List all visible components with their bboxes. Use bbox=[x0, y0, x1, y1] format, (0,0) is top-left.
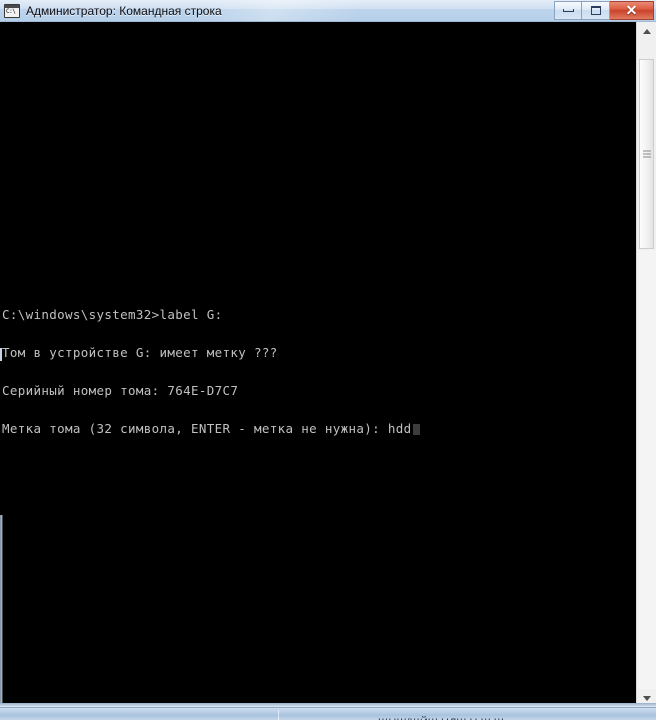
scrollbar-up-button[interactable] bbox=[637, 22, 656, 40]
window-controls[interactable]: ✕ bbox=[554, 0, 654, 21]
console-cursor bbox=[412, 423, 420, 435]
minimize-button[interactable] bbox=[554, 0, 582, 20]
scrollbar-grip-icon bbox=[643, 150, 651, 158]
chevron-down-icon bbox=[642, 695, 651, 701]
taskbar[interactable]: ЩЦШ/ЩЙШ ЦЛШ Ц Ш Ш bbox=[0, 707, 656, 720]
desktop-background: C:\ Администратор: Командная строка ✕ C:… bbox=[0, 0, 656, 720]
console-line-volume-label: Том в устройстве G: имеет метку ??? bbox=[2, 344, 278, 360]
command-prompt-window[interactable]: C:\ Администратор: Командная строка ✕ C:… bbox=[0, 0, 656, 707]
console-text-buffer: C:\windows\system32>label G: Том в устро… bbox=[2, 284, 420, 460]
scrollbar-thumb[interactable] bbox=[639, 59, 654, 249]
console-vertical-scrollbar[interactable] bbox=[636, 22, 656, 707]
window-title: Администратор: Командная строка bbox=[26, 3, 222, 18]
taskbar-divider bbox=[278, 710, 279, 720]
minimize-icon bbox=[562, 8, 574, 12]
console-icon-label: C:\ bbox=[6, 7, 16, 15]
console-app-icon[interactable]: C:\ bbox=[4, 3, 20, 18]
console-line-command: C:\windows\system32>label G: bbox=[2, 307, 223, 323]
console-output-area[interactable]: C:\windows\system32>label G: Том в устро… bbox=[0, 22, 636, 707]
console-row-caret bbox=[0, 348, 2, 361]
console-input-prompt-text: Метка тома (32 символа, ENTER - метка не… bbox=[2, 420, 412, 436]
console-line-serial-number: Серийный номер тома: 764E-D7C7 bbox=[2, 382, 239, 398]
close-icon: ✕ bbox=[625, 2, 638, 18]
window-left-border bbox=[0, 515, 3, 707]
scrollbar-track[interactable] bbox=[637, 250, 656, 689]
restore-button[interactable] bbox=[582, 0, 610, 20]
window-titlebar[interactable]: C:\ Администратор: Командная строка ✕ bbox=[0, 0, 656, 22]
restore-icon bbox=[590, 5, 601, 15]
chevron-up-icon bbox=[642, 28, 651, 34]
close-button[interactable]: ✕ bbox=[610, 0, 654, 20]
console-line-input-prompt: Метка тома (32 символа, ENTER - метка не… bbox=[2, 420, 420, 436]
